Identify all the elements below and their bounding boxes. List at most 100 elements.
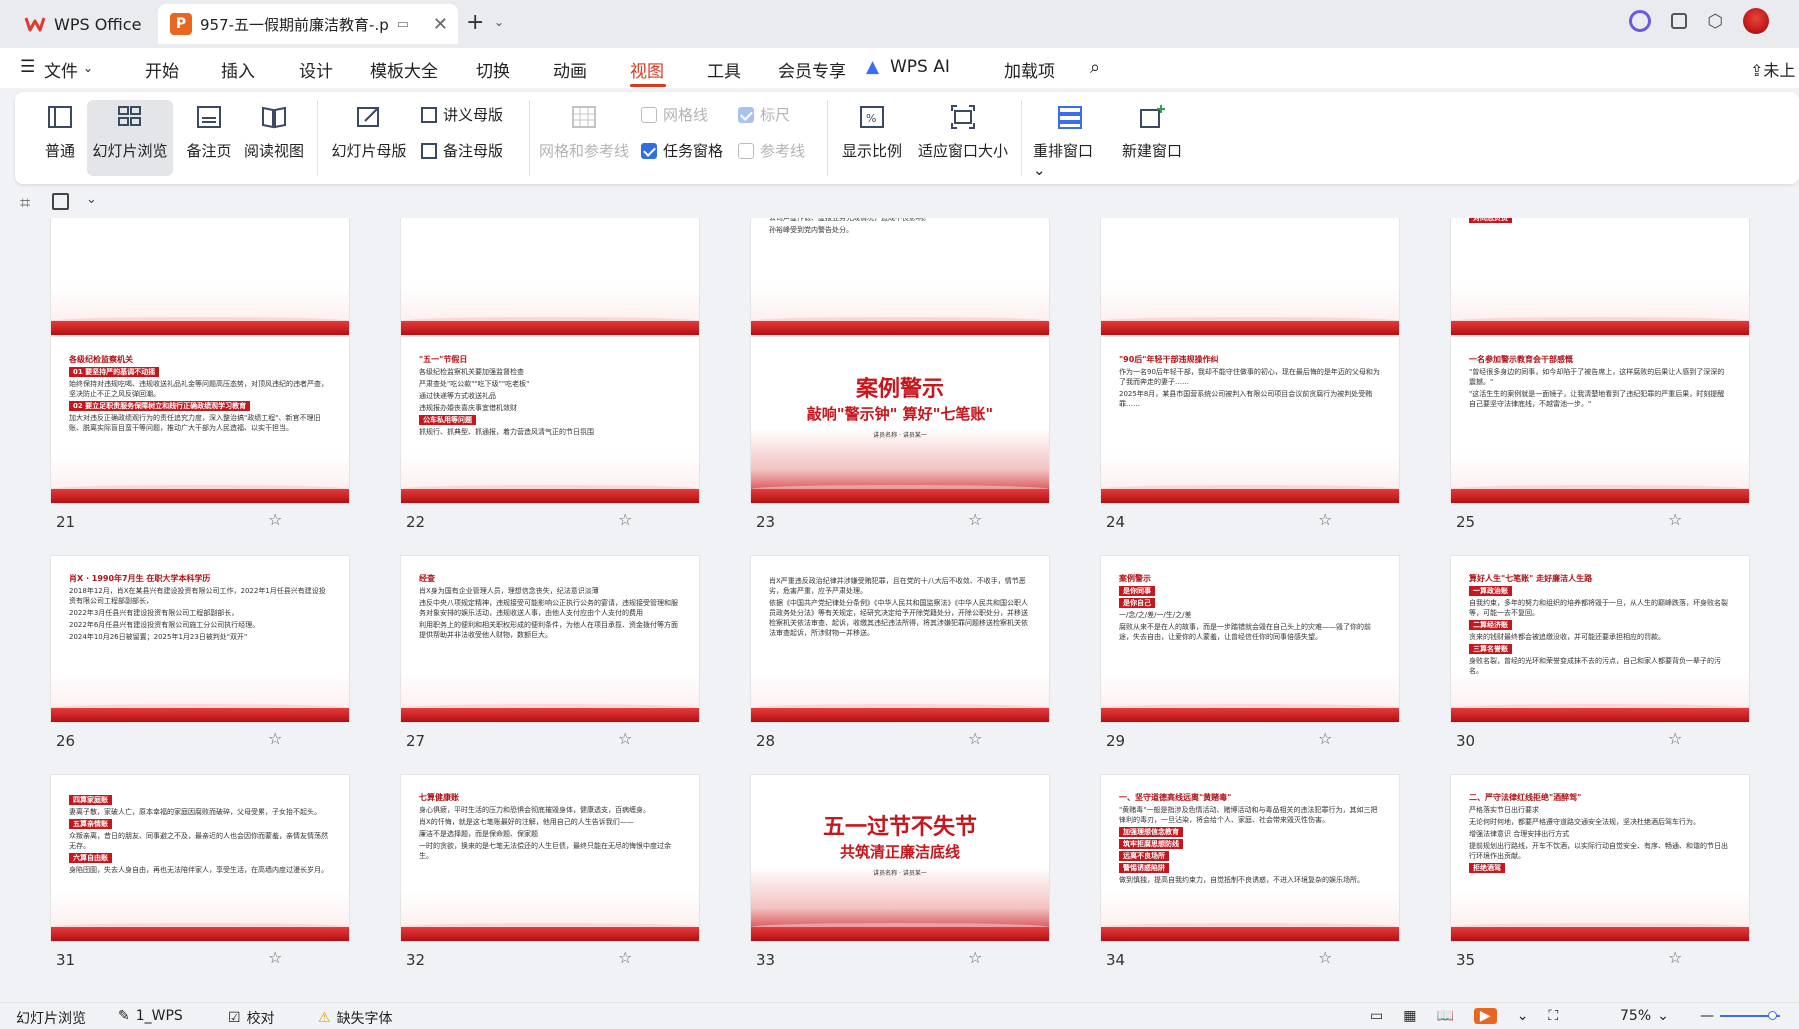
menu-view[interactable]: 视图	[630, 57, 664, 82]
proofread-status[interactable]: ☑ 校对	[228, 1008, 275, 1028]
favorite-star-icon[interactable]: ☆	[268, 948, 282, 967]
favorite-star-icon[interactable]: ☆	[618, 510, 632, 529]
slide-thumbnail[interactable]: "五一"节假日 各级纪检监察机关要加强监督检查 严肃查处"吃公款""吃下级""吃老板…	[400, 336, 700, 504]
favorite-star-icon[interactable]: ☆	[968, 948, 982, 967]
ai-assistant-icon[interactable]	[1629, 10, 1652, 32]
slide-thumbnail[interactable]: 各级纪检监察机关 01 要坚持严的基调不动摇 始终保持对违规吃喝、违规收送礼品礼金等…	[50, 336, 350, 504]
zoom-level[interactable]: 75% ⌄	[1620, 1008, 1669, 1024]
menu-file[interactable]: 文件	[44, 57, 78, 82]
notes-page-button[interactable]: 备注页	[181, 100, 237, 161]
close-tab-icon[interactable]: ✕	[433, 14, 448, 35]
slide-thumbnail[interactable]: 案例警示 是你同事 是你自己 一/念/之/差/一/生/之/差 腐败从来不是在人的故事，而…	[1100, 555, 1400, 723]
wps-home-tab[interactable]: WPS Office	[10, 6, 155, 42]
new-window-button[interactable]: 新建窗口	[1119, 100, 1185, 161]
cube-icon[interactable]: ⬡	[1707, 11, 1723, 32]
search-icon[interactable]: ⌕	[1090, 57, 1100, 78]
save-icon[interactable]	[52, 193, 69, 210]
slide-thumbnail[interactable]: 案例警示 敲响"警示钟" 算好"七笔账" 讲员名称 · 讲员某一	[750, 336, 1050, 504]
slide-thumbnail[interactable]: 一、坚守道德高线远离"黄赌毒" "黄赌毒"一般是指涉及色情活动、赌博活动和与毒品相…	[1100, 774, 1400, 942]
zoom-thumb[interactable]	[1768, 1011, 1777, 1020]
notes-master-button[interactable]: 备注母版	[421, 140, 503, 161]
favorite-star-icon[interactable]: ☆	[1668, 729, 1682, 748]
slide-thumbnail[interactable]: 腐败公司声虚作假、虚报业务完成情况，造成不良影响。孙裕峰受到党内警告处分。	[750, 218, 1050, 336]
view-mode-status[interactable]: 幻灯片浏览	[16, 1008, 86, 1028]
slide-thumbnail[interactable]: 肖X · 1990年7月生 在职大学本科学历 2018年12月，肖X在某县兴有建设…	[50, 555, 350, 723]
window-restore-icon[interactable]	[1671, 13, 1688, 29]
ruler-checkbox[interactable]: 标尺	[738, 104, 790, 125]
menu-animation[interactable]: 动画	[553, 57, 587, 82]
crop-icon[interactable]: ⌗	[20, 193, 30, 214]
zoom-out-icon[interactable]: —	[1700, 1008, 1714, 1024]
slide-thumbnail[interactable]: 二、严守法律红线拒绝"酒醉驾" 严格落实节日出行要求 无论何时何地，都要严格遵守道路…	[1450, 774, 1750, 942]
menu-insert[interactable]: 插入	[221, 57, 255, 82]
share-button[interactable]: ⇪未上	[1750, 57, 1795, 81]
favorite-star-icon[interactable]: ☆	[618, 729, 632, 748]
zoom-slider[interactable]: —	[1700, 1008, 1780, 1024]
slide-thumbnail[interactable]: 四算家庭账 妻离子散，家破人亡，原本幸福的家庭因腐败而破碎，父母受累，子女抬不起头…	[50, 774, 350, 942]
menu-home[interactable]: 开始	[145, 57, 179, 82]
slide-thumbnail[interactable]: 七算健康账 身心俱疲，平时生活的压力和恐惧会彻底摧毁身体，健康透支，百病缠身。 肖X…	[400, 774, 700, 942]
chevron-down-icon[interactable]: ⌄	[86, 192, 97, 207]
menu-transitions[interactable]: 切换	[476, 57, 510, 82]
slide-master-button[interactable]: 幻灯片母版	[327, 100, 411, 161]
menu-wps-ai[interactable]: WPS AI	[890, 57, 950, 77]
slide-content: "五一"节假日 各级纪检监察机关要加强监督检查 严肃查处"吃公款""吃下级""吃老板…	[419, 355, 681, 481]
slide-thumbnail[interactable]: "90后"年轻干部违规操作纠 作为一名90后年轻干部，我却不能守住做事的初心，现在…	[1100, 336, 1400, 504]
slide-thumbnail[interactable]: 一名参加警示教育会干部感慨 "曾经很多身边的同事，如今却陷于了被告席上，这样腐败的…	[1450, 336, 1750, 504]
chevron-down-icon[interactable]: ⌄	[83, 61, 93, 75]
hamburger-menu-icon[interactable]: ☰	[20, 57, 35, 77]
gridlines-checkbox[interactable]: 网格线	[641, 104, 708, 125]
slide-browse-button[interactable]: 幻灯片浏览	[87, 100, 173, 176]
slide-thumbnail[interactable]: 肖X严重违反政治纪律并涉嫌受贿犯罪，且在党的十八大后不收敛、不收手，情节恶劣，危…	[750, 555, 1050, 723]
chevron-down-icon[interactable]: ⌄	[1517, 1008, 1529, 1024]
slide-thumbnail[interactable]: 公款支付；接受管理和服务对象安排的娱乐等活动，相关费用由对方支付。干部受到撤销党…	[400, 218, 700, 336]
guides-checkbox[interactable]: 参考线	[738, 140, 805, 161]
normal-view-icon[interactable]: ▭	[1370, 1008, 1383, 1024]
favorite-star-icon[interactable]: ☆	[268, 510, 282, 529]
task-pane-check[interactable]	[641, 142, 657, 159]
slide-thumbnail[interactable]: 经查 肖X身为国有企业管理人员，理想信念丧失，纪法意识淡薄 违反中央八项规定精神，违…	[400, 555, 700, 723]
favorite-star-icon[interactable]: ☆	[618, 948, 632, 967]
gridlines-check[interactable]	[641, 106, 657, 123]
reading-view-icon[interactable]: 📖	[1436, 1008, 1453, 1024]
avatar[interactable]	[1743, 8, 1769, 34]
handout-master-button[interactable]: 讲义母版	[421, 104, 503, 125]
favorite-star-icon[interactable]: ☆	[268, 729, 282, 748]
slide-text-line: 无论何时何地，都要严格遵守道路交通安全法规，坚决杜绝酒后驾车行为。	[1469, 818, 1700, 826]
slide-thumbnail[interactable]: 算好人生"七笔账" 走好廉洁人生路 一算政治账 自我约束，多年的努力和组织的培养都将…	[1450, 555, 1750, 723]
favorite-star-icon[interactable]: ☆	[1318, 948, 1332, 967]
task-pane-checkbox[interactable]: 任务窗格	[641, 140, 723, 161]
favorite-star-icon[interactable]: ☆	[1668, 948, 1682, 967]
favorite-star-icon[interactable]: ☆	[1318, 729, 1332, 748]
favorite-star-icon[interactable]: ☆	[1668, 510, 1682, 529]
play-slideshow-button[interactable]: ▶	[1473, 1008, 1497, 1024]
menu-design[interactable]: 设计	[299, 57, 333, 82]
favorite-star-icon[interactable]: ☆	[968, 510, 982, 529]
zoom-button[interactable]: % 显示比例	[839, 100, 905, 161]
new-tab-plus-icon[interactable]: +	[466, 10, 484, 35]
document-tab[interactable]: P 957-五一假期前廉洁教育-.p ▭ ✕	[158, 4, 458, 44]
reading-view-button[interactable]: 阅读视图	[239, 100, 309, 161]
fit-window-button[interactable]: 适应窗口大小	[915, 100, 1011, 161]
ruler-check[interactable]	[738, 106, 754, 123]
slide-thumbnail[interactable]: 对党负责对事业负责对同志负责	[1450, 218, 1750, 336]
grid-guides-button[interactable]: 网格和参考线	[537, 100, 631, 161]
zoom-track[interactable]	[1720, 1011, 1780, 1020]
slide-sorter-icon[interactable]: ▦	[1403, 1008, 1416, 1024]
menu-tools[interactable]: 工具	[707, 57, 741, 82]
chevron-down-icon[interactable]: ⌄	[494, 15, 504, 29]
menu-member[interactable]: 会员专享	[778, 57, 846, 82]
favorite-star-icon[interactable]: ☆	[968, 729, 982, 748]
menu-templates[interactable]: 模板大全	[370, 57, 438, 82]
arrange-windows-button[interactable]: 重排窗口 ⌄	[1033, 100, 1107, 179]
normal-view-button[interactable]: 普通	[35, 100, 85, 161]
slide-thumbnail[interactable]: 五一过节不失节 共筑清正廉洁底线 讲员名称 · 讲员某一	[750, 774, 1050, 942]
theme-status[interactable]: ✎ 1_WPS	[118, 1008, 183, 1024]
menu-addins[interactable]: 加载项	[1004, 57, 1055, 82]
guides-check[interactable]	[738, 142, 754, 159]
missing-fonts-status[interactable]: ⚠ 缺失字体	[318, 1008, 393, 1028]
fit-window-icon[interactable]: ⛶	[1548, 1008, 1558, 1024]
slide-thumbnail[interactable]: 这些问题的发生，再次说明作风建设永远在路上，关键在常、长二字，必须常抓不懈、久久…	[1100, 218, 1400, 336]
slide-thumbnail[interactable]: 滥水，相关费用由被考核单位有关人员支付。刘X受到党内严重警告处分，其他责任人员受…	[50, 218, 350, 336]
favorite-star-icon[interactable]: ☆	[1318, 510, 1332, 529]
